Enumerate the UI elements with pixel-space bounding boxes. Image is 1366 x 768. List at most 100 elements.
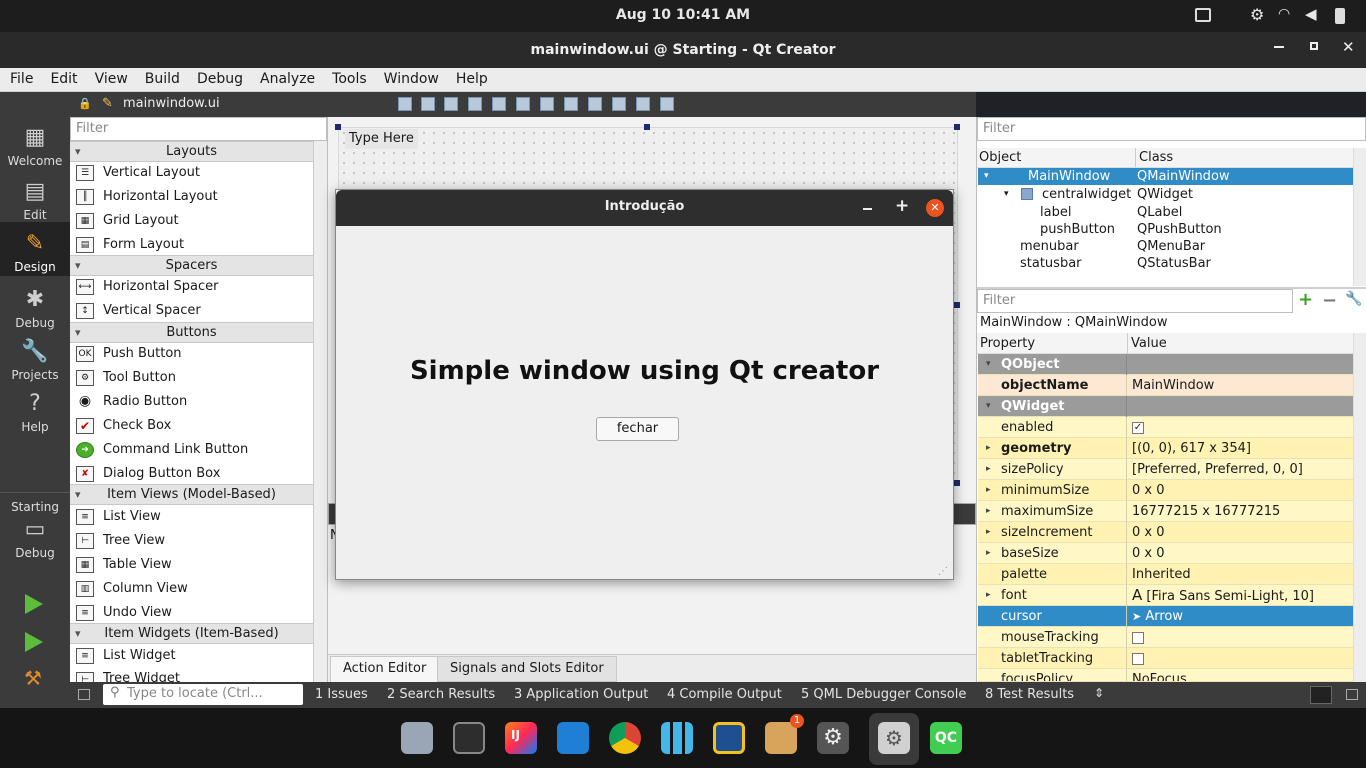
- edit-buddies-icon[interactable]: [444, 97, 458, 111]
- widget-list-view[interactable]: ≡ List View: [70, 505, 313, 529]
- prop-geometry[interactable]: ▸ geometry [(0, 0), 617 x 354]: [978, 438, 1353, 459]
- qt-creator-icon[interactable]: QC: [930, 722, 962, 754]
- widget-box-scrollbar[interactable]: [313, 141, 327, 682]
- prop-value[interactable]: A [Fira Sans Semi-Light, 10]: [1128, 585, 1352, 606]
- mousetracking-checkbox[interactable]: [1132, 631, 1144, 644]
- app-grid-icon[interactable]: [661, 722, 693, 754]
- widget-horizontal-spacer[interactable]: ⟷ Horizontal Spacer: [70, 275, 313, 299]
- resize-handle[interactable]: [335, 124, 341, 130]
- kit-selector[interactable]: Starting ▭ Debug: [0, 500, 70, 560]
- col-property[interactable]: Property: [980, 333, 1035, 354]
- menu-edit[interactable]: Edit: [40, 68, 84, 87]
- widget-tree-widget[interactable]: ⊢ Tree Widget: [70, 668, 313, 682]
- output-toggle-icon[interactable]: [1310, 686, 1332, 704]
- layout-splitter-h-icon[interactable]: [540, 97, 554, 111]
- prop-sizepolicy[interactable]: ▸ sizePolicy [Preferred, Preferred, 0, 0]: [978, 459, 1353, 480]
- widget-vertical-layout[interactable]: ☰ Vertical Layout: [70, 161, 313, 185]
- preview-window[interactable]: Introdução + ✕ Simple window using Qt cr…: [335, 189, 954, 580]
- prop-value[interactable]: [Preferred, Preferred, 0, 0]: [1128, 459, 1352, 480]
- widget-table-view[interactable]: ▦ Table View: [70, 553, 313, 577]
- object-row[interactable]: menubar QMenuBar: [978, 238, 1353, 255]
- prop-sizeincrement[interactable]: ▸ sizeIncrement 0 x 0: [978, 522, 1353, 543]
- chrome-icon[interactable]: [609, 722, 641, 754]
- clock[interactable]: Aug 10 10:41 AM: [0, 7, 1366, 23]
- widget-horizontal-layout[interactable]: ║ Horizontal Layout: [70, 185, 313, 209]
- prop-value[interactable]: [(0, 0), 617 x 354]: [1128, 438, 1352, 459]
- add-dynamic-property-icon[interactable]: +: [1298, 289, 1313, 310]
- widget-grid-layout[interactable]: ▦ Grid Layout: [70, 209, 313, 233]
- screen-icon[interactable]: [1195, 8, 1211, 22]
- layout-vertical-icon[interactable]: [516, 97, 530, 111]
- object-row[interactable]: label QLabel: [978, 204, 1353, 221]
- prop-value[interactable]: ➤ Arrow: [1128, 606, 1352, 627]
- pane-search-results[interactable]: 2 Search Results: [387, 687, 495, 702]
- files-icon[interactable]: [401, 722, 433, 754]
- intellij-icon[interactable]: IJ: [505, 722, 537, 754]
- prop-maximumsize[interactable]: ▸ maximumSize 16777215 x 16777215: [978, 501, 1353, 522]
- toggle-sidebar-icon[interactable]: [78, 689, 90, 700]
- prop-enabled[interactable]: enabled ✓: [978, 417, 1353, 438]
- preview-minimize-icon[interactable]: [863, 208, 872, 210]
- adjust-size-icon[interactable]: [660, 97, 674, 111]
- wifi-icon[interactable]: ◠: [1278, 6, 1290, 22]
- widget-radio-button[interactable]: ◉ Radio Button: [70, 390, 313, 414]
- col-class[interactable]: Class: [1135, 148, 1173, 167]
- maximize-icon[interactable]: [1310, 42, 1318, 50]
- settings-app-icon[interactable]: ⚙: [817, 722, 849, 754]
- prop-value[interactable]: 0 x 0: [1128, 543, 1352, 564]
- layout-splitter-v-icon[interactable]: [564, 97, 578, 111]
- widget-list-widget[interactable]: ≡ List Widget: [70, 644, 313, 668]
- prop-value[interactable]: NoFocus: [1128, 669, 1352, 681]
- menu-debug[interactable]: Debug: [187, 68, 250, 87]
- object-row[interactable]: ▾ MainWindow QMainWindow: [978, 168, 1353, 185]
- widget-check-box[interactable]: ✔ Check Box: [70, 414, 313, 438]
- category-item-views[interactable]: Item Views (Model-Based): [70, 484, 313, 505]
- widget-vertical-spacer[interactable]: ↕ Vertical Spacer: [70, 299, 313, 323]
- tablettracking-checkbox[interactable]: [1132, 652, 1144, 665]
- resize-handle[interactable]: [954, 124, 960, 130]
- pane-qml-debugger[interactable]: 5 QML Debugger Console: [801, 687, 966, 702]
- pane-issues[interactable]: 1 Issues: [315, 687, 368, 702]
- prop-value[interactable]: [1128, 648, 1352, 669]
- resize-handle[interactable]: [644, 124, 650, 130]
- object-row[interactable]: ▾ centralwidget QWidget: [978, 186, 1353, 203]
- edit-widgets-icon[interactable]: [398, 97, 412, 111]
- break-layout-icon[interactable]: [636, 97, 650, 111]
- preview-titlebar[interactable]: Introdução + ✕: [336, 190, 953, 226]
- prop-palette[interactable]: palette Inherited: [978, 564, 1353, 585]
- configure-wrench-icon[interactable]: 🔧: [1345, 291, 1362, 307]
- tab-action-editor[interactable]: Action Editor: [330, 656, 440, 682]
- terminal-icon[interactable]: [453, 722, 485, 754]
- resize-handle[interactable]: [954, 302, 960, 308]
- close-icon[interactable]: ✕: [1342, 38, 1355, 56]
- mode-projects[interactable]: 🔧 Projects: [0, 340, 70, 383]
- document-settings-icon[interactable]: ⚙: [878, 722, 910, 754]
- prop-cursor[interactable]: cursor ➤ Arrow: [978, 606, 1353, 627]
- category-spacers[interactable]: Spacers: [70, 255, 313, 276]
- group-qwidget[interactable]: ▾ QWidget: [978, 396, 1353, 417]
- prop-value[interactable]: [1128, 627, 1352, 648]
- prop-minimumsize[interactable]: ▸ minimumSize 0 x 0: [978, 480, 1353, 501]
- enabled-checkbox[interactable]: ✓: [1132, 421, 1144, 434]
- inspector-scrollbar[interactable]: [1353, 148, 1366, 286]
- widget-tool-button[interactable]: ⚙ Tool Button: [70, 366, 313, 390]
- volume-icon[interactable]: ◀: [1305, 5, 1317, 23]
- prop-mousetracking[interactable]: mouseTracking: [978, 627, 1353, 648]
- size-grip-icon[interactable]: ⋰: [938, 566, 948, 577]
- preview-close-icon[interactable]: ✕: [926, 199, 944, 217]
- object-row[interactable]: statusbar QStatusBar: [978, 255, 1353, 272]
- menu-file[interactable]: File: [0, 68, 40, 87]
- mode-help[interactable]: ? Help: [0, 392, 70, 435]
- prop-tablettracking[interactable]: tabletTracking: [978, 648, 1353, 669]
- layout-horizontal-icon[interactable]: [492, 97, 506, 111]
- locator-input[interactable]: Type to locate (Ctrl...: [103, 684, 303, 705]
- prop-value[interactable]: ✓: [1128, 417, 1352, 438]
- widget-filter-input[interactable]: Filter: [70, 117, 327, 141]
- edit-tab-order-icon[interactable]: [468, 97, 482, 111]
- widget-dialog-button-box[interactable]: ✘ Dialog Button Box: [70, 462, 313, 486]
- property-scrollbar[interactable]: [1353, 333, 1366, 682]
- widget-push-button[interactable]: OK Push Button: [70, 342, 313, 366]
- menu-window[interactable]: Window: [374, 68, 446, 87]
- resize-handle[interactable]: [954, 480, 960, 486]
- widget-column-view[interactable]: ▥ Column View: [70, 577, 313, 601]
